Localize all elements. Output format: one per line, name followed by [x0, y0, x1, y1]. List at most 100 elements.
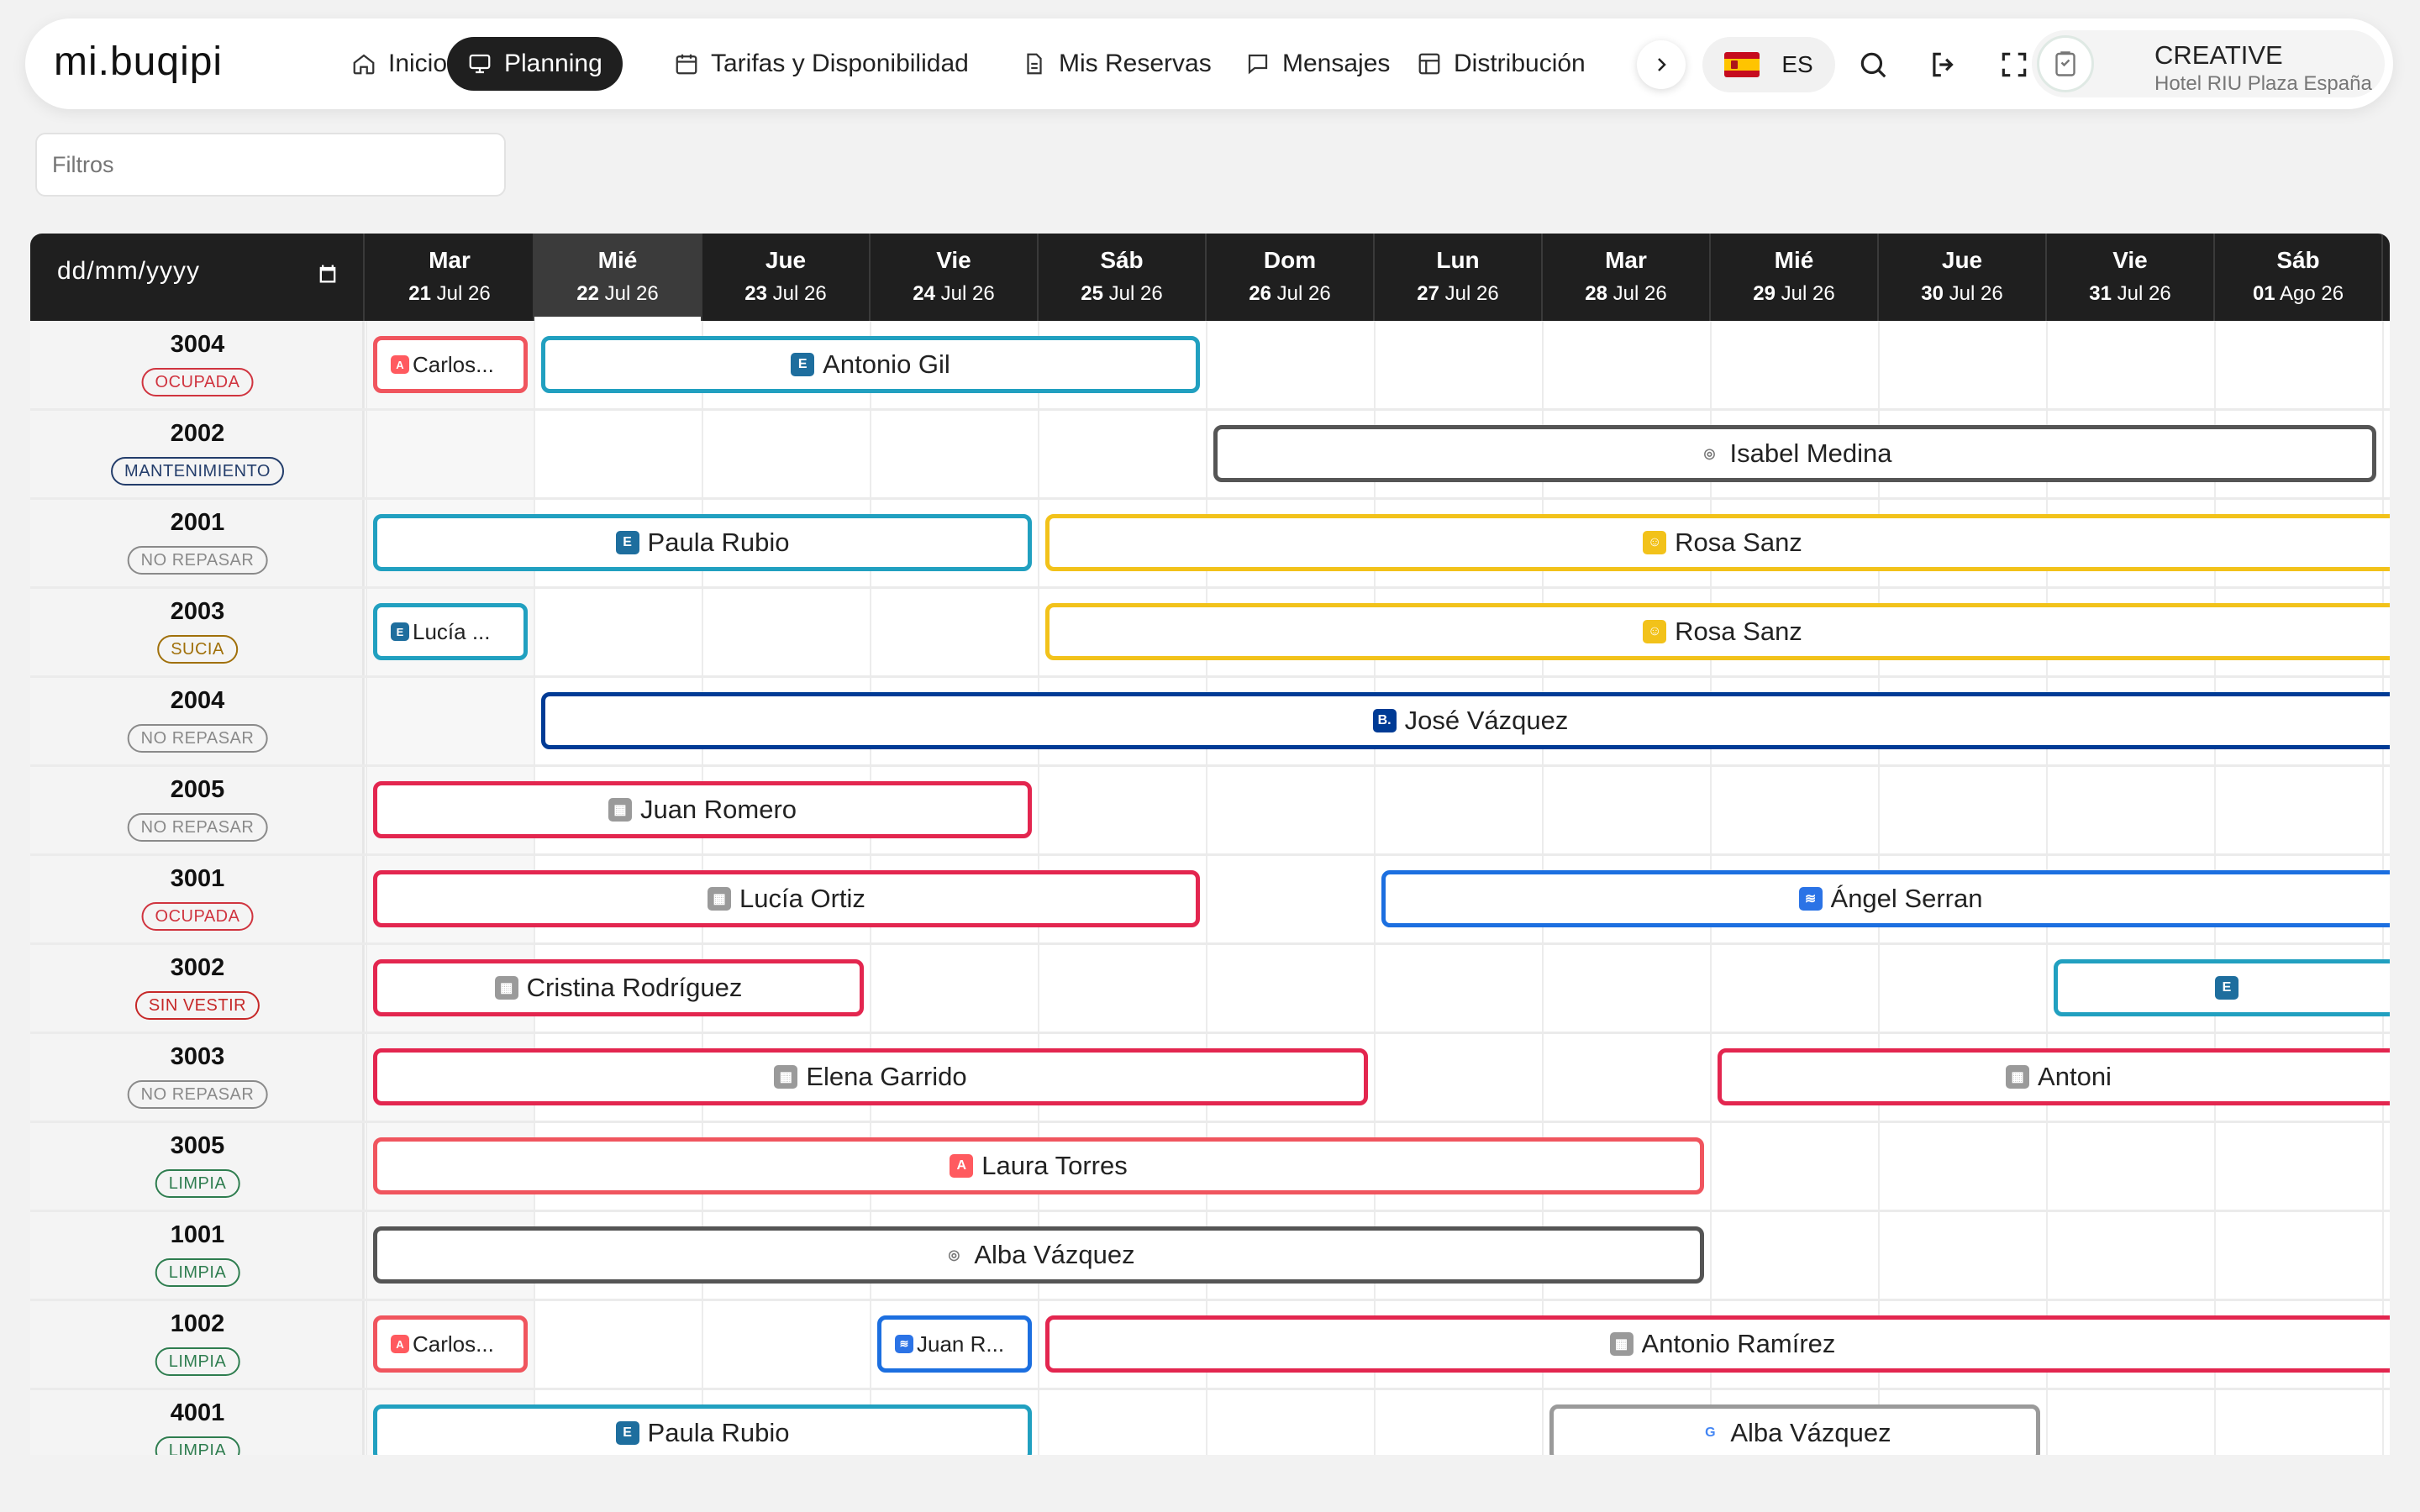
- reservation-bar[interactable]: ◎ Isabel Medina: [1213, 425, 2376, 482]
- room-label[interactable]: 3003 NO REPASAR: [30, 1033, 365, 1122]
- status-badge[interactable]: MANTENIMIENTO: [111, 457, 284, 486]
- room-label[interactable]: 2001 NO REPASAR: [30, 499, 365, 588]
- day-column-header[interactable]: Jue 23 Jul 26: [702, 234, 871, 321]
- reservation-bar[interactable]: A Carlos...: [373, 336, 528, 393]
- reservation-bar[interactable]: E Paula Rubio: [373, 1404, 1032, 1455]
- reservation-bar[interactable]: E Lucía ...: [373, 603, 528, 660]
- airbnb-icon: A: [391, 1335, 409, 1353]
- user-profile-button[interactable]: CREATIVE Hotel RIU Plaza España: [2032, 30, 2385, 97]
- day-column-header[interactable]: Mar 28 Jul 26: [1543, 234, 1711, 321]
- day-column-header[interactable]: Sáb 25 Jul 26: [1039, 234, 1207, 321]
- guest-name: Carlos...: [413, 351, 494, 377]
- day-name: Vie: [936, 247, 971, 273]
- room-number: 1001: [170, 1221, 225, 1248]
- calendar-icon[interactable]: [316, 262, 339, 286]
- day-column-header[interactable]: Mié 22 Jul 26: [534, 234, 702, 321]
- status-badge[interactable]: SUCIA: [157, 635, 238, 664]
- reservation-bar[interactable]: ▦ Cristina Rodríguez: [373, 959, 864, 1016]
- blue-channel-icon: ≋: [1798, 887, 1823, 911]
- language-code: ES: [1781, 51, 1813, 77]
- room-label[interactable]: 2002 MANTENIMIENTO: [30, 410, 365, 499]
- search-button[interactable]: [1852, 44, 1894, 86]
- fullscreen-button[interactable]: [1993, 44, 2035, 86]
- nav-reservas[interactable]: Mis Reservas: [1002, 37, 1232, 91]
- reservation-bar[interactable]: ☺ Rosa Sanz: [1045, 514, 2390, 571]
- grid-divider: [30, 1388, 2390, 1390]
- grid-divider: [1374, 321, 1376, 1455]
- day-column-header[interactable]: Vie 24 Jul 26: [871, 234, 1039, 321]
- room-label[interactable]: 3005 LIMPIA: [30, 1122, 365, 1211]
- nav-planning[interactable]: Planning: [447, 37, 623, 91]
- day-column-header[interactable]: Mié 29 Jul 26: [1711, 234, 1879, 321]
- status-badge[interactable]: NO REPASAR: [127, 1080, 268, 1109]
- day-column-header[interactable]: Sáb 01 Ago 26: [2215, 234, 2383, 321]
- day-column-header[interactable]: Lun 27 Jul 26: [1375, 234, 1543, 321]
- day-column-header[interactable]: Jue 30 Jul 26: [1879, 234, 2047, 321]
- airbnb-icon: A: [391, 355, 409, 374]
- day-column-header[interactable]: Dom 26 Jul 26: [1207, 234, 1375, 321]
- room-label[interactable]: 3001 OCUPADA: [30, 855, 365, 944]
- reservation-bar[interactable]: G Alba Vázquez: [1549, 1404, 2040, 1455]
- reservation-bar[interactable]: A Laura Torres: [373, 1137, 1704, 1194]
- logout-button[interactable]: [1923, 44, 1965, 86]
- day-date: 30 Jul 26: [1921, 282, 2003, 305]
- status-badge[interactable]: NO REPASAR: [127, 813, 268, 842]
- room-label[interactable]: 1002 LIMPIA: [30, 1300, 365, 1389]
- reservation-bar[interactable]: ◎ Alba Vázquez: [373, 1226, 1704, 1284]
- language-selector[interactable]: ES: [1702, 37, 1835, 92]
- room-label[interactable]: 2005 NO REPASAR: [30, 766, 365, 855]
- day-column-header[interactable]: Vie 31 Jul 26: [2047, 234, 2215, 321]
- status-badge[interactable]: LIMPIA: [155, 1169, 240, 1198]
- reservation-bar[interactable]: ≋ Juan R...: [877, 1315, 1032, 1373]
- date-picker[interactable]: dd/mm/yyyy: [30, 234, 365, 321]
- google-icon: G: [1698, 1421, 1723, 1445]
- day-name: Jue: [765, 247, 807, 273]
- grid-divider: [1206, 321, 1207, 1455]
- nav-scroll-right-button[interactable]: [1637, 40, 1686, 89]
- monitor-icon: [469, 54, 491, 74]
- reservation-bar[interactable]: ▦ Antoni: [1718, 1048, 2390, 1105]
- reservation-bar[interactable]: E Paula Rubio: [373, 514, 1032, 571]
- status-badge[interactable]: NO REPASAR: [127, 724, 268, 753]
- reservation-bar[interactable]: E: [2054, 959, 2390, 1016]
- room-label[interactable]: 3002 SIN VESTIR: [30, 944, 365, 1033]
- status-badge[interactable]: SIN VESTIR: [134, 991, 260, 1020]
- guest-name: Rosa Sanz: [1675, 528, 1802, 557]
- guest-name: Lucía Ortiz: [739, 884, 865, 913]
- status-badge[interactable]: LIMPIA: [155, 1258, 240, 1287]
- status-badge[interactable]: LIMPIA: [155, 1436, 240, 1455]
- reservation-bar[interactable]: ☺ Rosa Sanz: [1045, 603, 2390, 660]
- grid-divider: [30, 942, 2390, 945]
- filters-input[interactable]: [35, 133, 506, 197]
- reservation-bar[interactable]: E Antonio Gil: [541, 336, 1200, 393]
- reservation-bar[interactable]: A Carlos...: [373, 1315, 528, 1373]
- room-label[interactable]: 2004 NO REPASAR: [30, 677, 365, 766]
- grid-cell[interactable]: [366, 410, 534, 499]
- day-date: 31 Jul 26: [2089, 282, 2171, 305]
- status-badge[interactable]: OCUPADA: [141, 368, 254, 396]
- reservation-bar[interactable]: ▦ Antonio Ramírez: [1045, 1315, 2390, 1373]
- reservation-bar[interactable]: ▦ Juan Romero: [373, 781, 1032, 838]
- room-number: 2001: [170, 509, 225, 536]
- grid-divider: [366, 321, 367, 1455]
- nav-distribucion[interactable]: Distribución: [1397, 37, 1606, 91]
- room-label[interactable]: 4001 LIMPIA: [30, 1389, 365, 1455]
- status-badge[interactable]: OCUPADA: [141, 902, 254, 931]
- reservation-bar[interactable]: ▦ Elena Garrido: [373, 1048, 1368, 1105]
- app-logo[interactable]: mi.buqipi: [54, 39, 223, 85]
- room-label[interactable]: 3004 OCUPADA: [30, 321, 365, 410]
- room-label[interactable]: 1001 LIMPIA: [30, 1211, 365, 1300]
- nav-mensajes[interactable]: Mensajes: [1225, 37, 1410, 91]
- day-column-header[interactable]: Mar 21 Jul 26: [366, 234, 534, 321]
- room-number: 3005: [170, 1132, 225, 1159]
- room-label[interactable]: 2003 SUCIA: [30, 588, 365, 677]
- nav-tarifas[interactable]: Tarifas y Disponibilidad: [654, 37, 989, 91]
- reservation-bar[interactable]: B. José Vázquez: [541, 692, 2390, 749]
- status-badge[interactable]: LIMPIA: [155, 1347, 240, 1376]
- grid-cell[interactable]: [366, 677, 534, 766]
- expedia-icon: E: [2215, 976, 2238, 1000]
- reservation-bar[interactable]: ▦ Lucía Ortiz: [373, 870, 1200, 927]
- status-badge[interactable]: NO REPASAR: [127, 546, 268, 575]
- guest-name: Paula Rubio: [647, 528, 790, 557]
- reservation-bar[interactable]: ≋ Ángel Serran: [1381, 870, 2390, 927]
